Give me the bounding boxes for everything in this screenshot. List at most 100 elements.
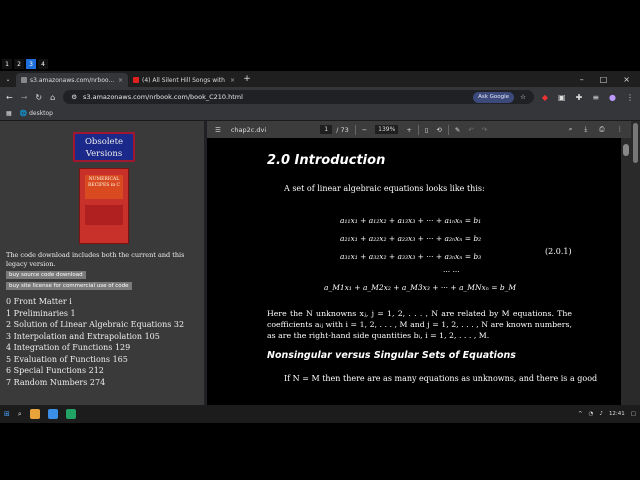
pdf-page: 2.0 Introduction A set of linear algebra… (207, 138, 621, 405)
toolbar-divider (354, 124, 356, 135)
equation-line: a₂₁x₁ + a₂₂x₂ + a₂₃x₃ + ··· + a₂ₙxₙ = b₂ (340, 234, 482, 243)
buy-download-button[interactable]: buy source code download (6, 271, 86, 279)
clock[interactable]: 12:41 (609, 411, 625, 417)
home-icon[interactable]: ⌂ (50, 93, 55, 102)
virtual-desktop-switcher: 1 2 3 4 (2, 59, 48, 69)
toc-item[interactable]: 5 Evaluation of Functions 165 (6, 354, 184, 366)
toolbar-divider (417, 124, 419, 135)
network-icon[interactable]: ◔ (589, 411, 594, 417)
search-icon[interactable]: ⌕ (18, 410, 22, 419)
undo-icon[interactable]: ↶ (468, 126, 473, 134)
address-bar-row: ← → ↻ ⌂ ⚙ s3.amazonaws.com/nrbook.com/bo… (0, 87, 640, 107)
annotate-icon[interactable]: ✎ (455, 126, 460, 134)
system-tray: ^ ◔ ♪ 12:41 ▢ (578, 411, 636, 417)
equation-line: a₁₁x₁ + a₁₂x₂ + a₁₃x₃ + ··· + a₁ₙxₙ = b₁ (340, 216, 482, 225)
extensions-puzzle-icon[interactable]: ✚ (576, 93, 583, 102)
subsection-heading: Nonsingular versus Singular Sets of Equa… (267, 350, 516, 361)
tab-bar: ⌄ s3.amazonaws.com/nrbook.com/ × (4) All… (0, 71, 640, 87)
new-tab-button[interactable]: + (240, 74, 254, 84)
scrollbar-thumb[interactable] (623, 144, 629, 156)
site-info-icon[interactable]: ⚙ (71, 93, 77, 101)
book-title: NUMERICAL RECIPES in C (85, 175, 123, 199)
youtube-icon (133, 77, 139, 83)
tab-search-icon[interactable]: ⌄ (0, 76, 16, 83)
zoom-in-icon[interactable]: + (406, 126, 411, 134)
banner-line-2: Versions (85, 149, 123, 159)
media-control-icon[interactable]: ≡ (592, 93, 599, 102)
fit-page-icon[interactable]: ▯ (425, 126, 429, 134)
toc-item[interactable]: 3 Interpolation and Extrapolation 105 (6, 331, 184, 343)
toc-item[interactable]: 7 Random Numbers 274 (6, 377, 184, 389)
page-content: Obsolete Versions NUMERICAL RECIPES in C… (0, 121, 640, 405)
letterbox-bottom (0, 423, 640, 480)
file-explorer-icon[interactable] (29, 409, 40, 419)
zoom-input[interactable]: 139% (375, 125, 399, 134)
bookmark-desktop[interactable]: 🌐 desktop (20, 110, 53, 117)
scrollbar-thumb[interactable] (633, 123, 638, 163)
extension-icon[interactable]: ▣ (558, 93, 566, 102)
volume-icon[interactable]: ♪ (599, 411, 603, 417)
windows-start-icon[interactable]: ⊞ (4, 410, 10, 418)
menu-kebab-icon[interactable]: ⋮ (626, 93, 634, 102)
toc-item[interactable]: 6 Special Functions 212 (6, 365, 184, 377)
page-scrollbar[interactable] (631, 121, 640, 405)
maximize-button[interactable]: □ (600, 75, 608, 84)
book-cover-image[interactable]: NUMERICAL RECIPES in C (79, 168, 129, 244)
section-heading: 2.0 Introduction (267, 153, 386, 168)
extension-icon[interactable]: ◆ (542, 93, 548, 102)
search-pdf-icon[interactable]: ⌕ (569, 125, 573, 134)
page-favicon-icon (21, 77, 27, 83)
tray-chevron-icon[interactable]: ^ (578, 411, 583, 417)
tab-youtube[interactable]: (4) All Silent Hill Songs with × (128, 73, 240, 87)
tab-nrbook[interactable]: s3.amazonaws.com/nrbook.com/ × (16, 73, 128, 87)
bookmark-star-icon[interactable]: ☆ (520, 93, 526, 101)
download-note: The code download includes both the curr… (6, 251, 185, 268)
buy-license-button[interactable]: buy site license for commercial use of c… (6, 282, 132, 290)
download-icon[interactable]: ⤓ (584, 125, 587, 134)
rotate-icon[interactable]: ⟲ (436, 126, 441, 134)
pdf-toolbar: ☰ chap2c.dvi 1 / 73 − 139% + ▯ ⟲ ✎ ↶ ↷ ⌕… (207, 121, 631, 138)
letterbox-top (0, 0, 640, 56)
book-cover-art (85, 205, 123, 225)
back-icon[interactable]: ← (6, 93, 13, 102)
apps-grid-icon[interactable]: ▦ (6, 110, 12, 117)
close-window-button[interactable]: × (623, 75, 630, 84)
notifications-icon[interactable]: ▢ (631, 411, 636, 417)
desktop-2[interactable]: 2 (14, 59, 24, 69)
reload-icon[interactable]: ↻ (35, 93, 42, 102)
desktop-1[interactable]: 1 (2, 59, 12, 69)
toc-item[interactable]: 2 Solution of Linear Algebraic Equations… (6, 319, 184, 331)
app-icon[interactable] (65, 409, 76, 419)
chrome-icon[interactable] (47, 409, 58, 419)
print-icon[interactable]: ⎙ (599, 125, 604, 134)
tab-title: (4) All Silent Hill Songs with (142, 76, 225, 84)
desktop-4[interactable]: 4 (38, 59, 48, 69)
tab-title: s3.amazonaws.com/nrbook.com/ (30, 76, 115, 84)
windows-taskbar: ⊞ ⌕ ^ ◔ ♪ 12:41 ▢ (0, 405, 640, 423)
pdf-menu-icon[interactable]: ☰ (215, 126, 221, 134)
extensions-area: ◆ ▣ ✚ ≡ ● ⋮ (542, 93, 634, 102)
bookmark-label: desktop (29, 110, 53, 117)
ask-google-button[interactable]: Ask Google (473, 91, 515, 103)
window-controls: – □ × (580, 75, 640, 84)
pdf-scrollbar[interactable] (621, 138, 631, 405)
forward-icon[interactable]: → (21, 93, 28, 102)
page-number-input[interactable]: 1 (320, 125, 333, 134)
toc-item[interactable]: 0 Front Matter i (6, 296, 184, 308)
pdf-filename: chap2c.dvi (230, 125, 267, 134)
close-tab-icon[interactable]: × (230, 77, 235, 84)
toc-item[interactable]: 1 Preliminaries 1 (6, 308, 184, 320)
url-text: s3.amazonaws.com/nrbook.com/book_C210.ht… (83, 93, 243, 101)
more-options-icon[interactable]: ⋮ (617, 125, 624, 134)
bookmarks-bar: ▦ 🌐 desktop (0, 107, 640, 121)
desktop-3[interactable]: 3 (26, 59, 36, 69)
zoom-out-icon[interactable]: − (362, 126, 367, 134)
address-input[interactable]: ⚙ s3.amazonaws.com/nrbook.com/book_C210.… (63, 90, 534, 104)
profile-avatar-icon[interactable]: ● (609, 93, 616, 102)
toc-item[interactable]: 4 Integration of Functions 129 (6, 342, 184, 354)
redo-icon[interactable]: ↷ (482, 126, 487, 134)
equation-line: a_M1x₁ + a_M2x₂ + a_M3x₃ + ··· + a_MNxₙ … (324, 283, 517, 292)
obsolete-versions-banner[interactable]: Obsolete Versions (73, 132, 135, 162)
close-tab-icon[interactable]: × (118, 77, 123, 84)
minimize-button[interactable]: – (580, 75, 584, 84)
